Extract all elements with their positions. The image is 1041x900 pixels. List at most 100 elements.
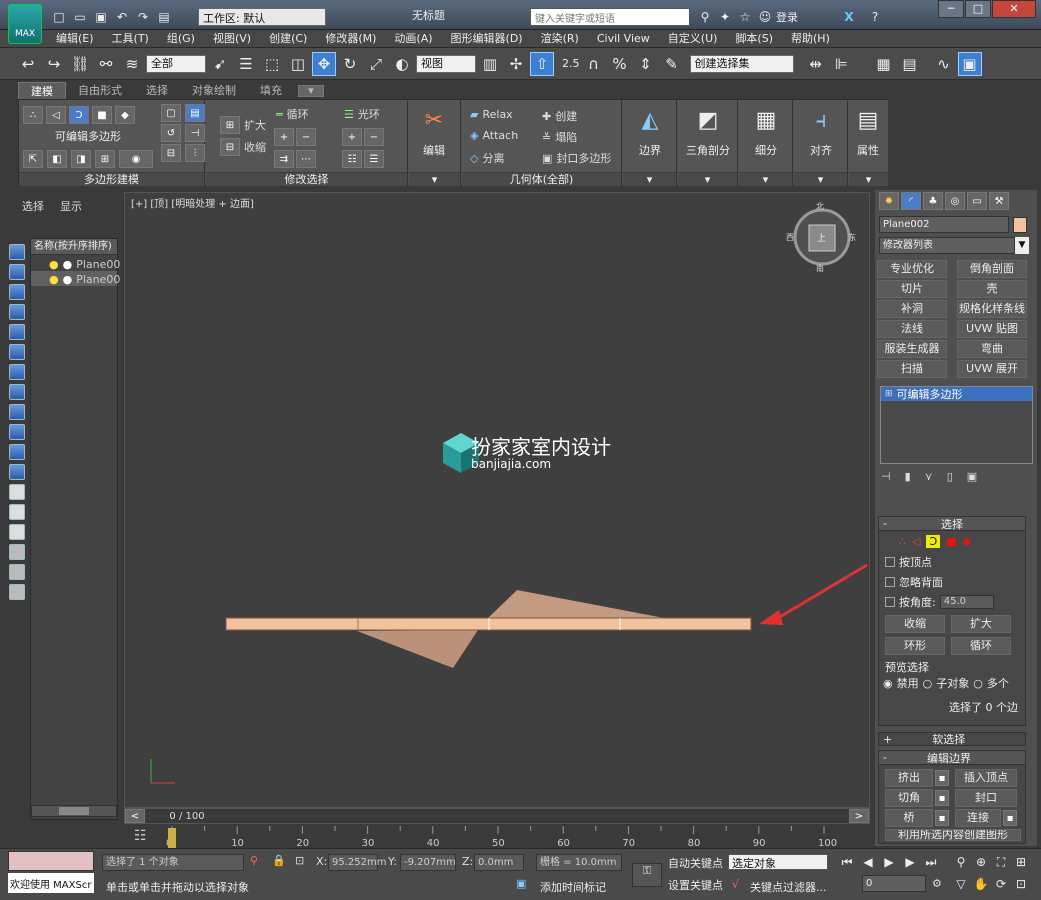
auto-key-button[interactable]: 自动关键点: [668, 855, 723, 871]
tab-populate[interactable]: 填充: [248, 82, 294, 100]
menu-tools[interactable]: 工具(T): [103, 30, 158, 47]
angle-spinner[interactable]: 45.0: [939, 595, 994, 609]
ribbon-minimize-icon[interactable]: ▾: [298, 84, 324, 97]
exchange-x-icon[interactable]: X: [840, 8, 858, 26]
zoom-all-icon[interactable]: ⊕: [972, 853, 990, 871]
border-mode-icon[interactable]: Ͻ: [69, 106, 89, 124]
compass-east[interactable]: 东: [848, 232, 856, 243]
time-cursor[interactable]: [168, 828, 176, 848]
display-lights-icon[interactable]: [9, 344, 25, 360]
loop-mode-icon[interactable]: ⇉: [274, 150, 294, 168]
display-helpers-icon[interactable]: [9, 384, 25, 400]
menu-civil-view[interactable]: Civil View: [588, 30, 659, 47]
favorites-star-icon[interactable]: ☆: [736, 8, 754, 26]
time-tag-icon[interactable]: ▣: [516, 877, 526, 890]
menu-animation[interactable]: 动画(A): [385, 30, 441, 47]
border-subobj-icon[interactable]: Ͻ: [926, 535, 941, 548]
triangulate-button[interactable]: ◩ 三角剖分: [685, 104, 731, 170]
prev-frame-arrow-icon[interactable]: <: [125, 809, 145, 823]
attach-label[interactable]: Attach: [482, 129, 518, 142]
go-to-start-icon[interactable]: ⏮: [838, 853, 856, 871]
set-key-icon[interactable]: ⚿: [632, 863, 662, 887]
extrude-settings-icon[interactable]: ▪: [935, 770, 949, 786]
select-object-icon[interactable]: ➹: [208, 52, 232, 76]
minimize-button[interactable]: ─: [938, 0, 964, 18]
menu-view[interactable]: 视图(V): [204, 30, 260, 47]
time-config-icon[interactable]: ⚙: [932, 877, 942, 890]
display-groups-icon[interactable]: [9, 424, 25, 440]
bind-space-warp-icon[interactable]: ≋: [120, 52, 144, 76]
pan-hand-icon[interactable]: ✋: [972, 875, 990, 893]
undo-icon[interactable]: ↩: [16, 52, 40, 76]
modifier-list-arrow-icon[interactable]: ▼: [1015, 237, 1029, 254]
ring-lines-icon[interactable]: ☰: [364, 150, 384, 168]
edit-button[interactable]: ✂ 编辑: [411, 104, 457, 170]
create-shape-button[interactable]: 利用所选内容创建图形: [885, 829, 1021, 841]
remove-modifier-icon[interactable]: ▯: [947, 470, 953, 483]
pin-icon[interactable]: ⊣: [185, 124, 205, 142]
menu-modifiers[interactable]: 修改器(M): [316, 30, 385, 47]
use-soft-sel-icon[interactable]: ▤: [185, 104, 205, 122]
rect-selection-icon[interactable]: ⬚: [260, 52, 284, 76]
z-coord-field[interactable]: 0.0mm: [474, 854, 524, 871]
y-coord-field[interactable]: -9.207mm: [400, 854, 456, 871]
menu-rendering[interactable]: 渲染(R): [532, 30, 588, 47]
undo-icon[interactable]: ↶: [113, 8, 131, 26]
next-frame-icon[interactable]: ▶: [901, 853, 919, 871]
login-link[interactable]: 登录: [776, 9, 798, 25]
edge-subobj-icon[interactable]: ◁: [912, 535, 920, 548]
redo-icon[interactable]: ↪: [42, 52, 66, 76]
menu-graph-editors[interactable]: 图形编辑器(D): [442, 30, 532, 47]
select-rotate-icon[interactable]: ↻: [338, 52, 362, 76]
set-key-button[interactable]: 设置关键点: [668, 877, 723, 893]
mod-shell-button[interactable]: 壳: [957, 280, 1027, 298]
track-bar[interactable]: 0102030405060708090100: [124, 826, 870, 850]
snap-angle-value[interactable]: 2.5: [562, 57, 580, 70]
subscription-icon[interactable]: ✦: [716, 8, 734, 26]
stack-up-icon[interactable]: ◨: [71, 150, 91, 168]
display-none-icon[interactable]: [9, 244, 25, 260]
selection-lock-icon[interactable]: 🔒: [272, 854, 286, 867]
create-panel-icon[interactable]: ✹: [879, 192, 899, 210]
menu-help[interactable]: 帮助(H): [782, 30, 839, 47]
expand-icon[interactable]: ⊞: [220, 116, 240, 134]
time-slider[interactable]: < 0 / 100 >: [124, 808, 870, 824]
layer-manager-icon[interactable]: ▦: [872, 52, 896, 76]
motion-panel-icon[interactable]: ◎: [945, 192, 965, 210]
mod-bevel-profile-button[interactable]: 倒角剖面: [957, 260, 1027, 278]
rollout-collapse-icon[interactable]: -: [883, 517, 887, 530]
zoom-extents-all-icon[interactable]: ⊞: [1012, 853, 1030, 871]
modify-panel-icon[interactable]: ◜: [901, 192, 921, 210]
preserve-uv-icon[interactable]: ▢: [161, 104, 181, 122]
border-button[interactable]: ◭ 边界: [627, 104, 673, 170]
subdivide-button[interactable]: ▦ 细分: [743, 104, 789, 170]
vertex-subobj-icon[interactable]: ∴: [899, 535, 906, 548]
object-name-field[interactable]: Plane002: [879, 216, 1009, 233]
tab-object-paint[interactable]: 对象绘制: [180, 82, 248, 100]
compass-north[interactable]: 北: [816, 201, 824, 212]
key-mode-dropdown[interactable]: 选定对象: [728, 854, 828, 870]
insert-vertex-button[interactable]: 插入顶点: [955, 769, 1017, 787]
placement-icon[interactable]: ◐: [390, 52, 414, 76]
by-angle-checkbox[interactable]: [885, 597, 895, 607]
sort-icon[interactable]: [9, 524, 25, 540]
plane-geometry-lower[interactable]: [357, 630, 478, 668]
mod-uvw-map-button[interactable]: UVW 贴图: [957, 320, 1027, 338]
expand-label[interactable]: 扩大: [244, 117, 266, 133]
align-button[interactable]: ⫞ 对齐: [798, 104, 844, 170]
rollout-expand-icon[interactable]: +: [883, 733, 892, 746]
explorer-tab-display[interactable]: 显示: [60, 198, 82, 214]
redo-icon[interactable]: ↷: [134, 8, 152, 26]
next-frame-arrow-icon[interactable]: >: [849, 809, 869, 823]
configure-sets-icon[interactable]: ▣: [967, 470, 977, 483]
shrink-icon[interactable]: ⊟: [220, 138, 240, 156]
angle-snap-icon[interactable]: ∩: [582, 52, 606, 76]
soft-selection-rollout[interactable]: + 软选择: [878, 732, 1026, 746]
display-panel-icon[interactable]: ▭: [967, 192, 987, 210]
select-scale-icon[interactable]: ⤢: [364, 52, 388, 76]
track-bar-menu-icon[interactable]: ☷: [134, 828, 147, 844]
grow-button[interactable]: 扩大: [951, 615, 1011, 633]
show-end-result-icon[interactable]: ◧: [47, 150, 67, 168]
hide-hidden-icon[interactable]: [9, 504, 25, 520]
close-button[interactable]: ✕: [992, 0, 1036, 18]
